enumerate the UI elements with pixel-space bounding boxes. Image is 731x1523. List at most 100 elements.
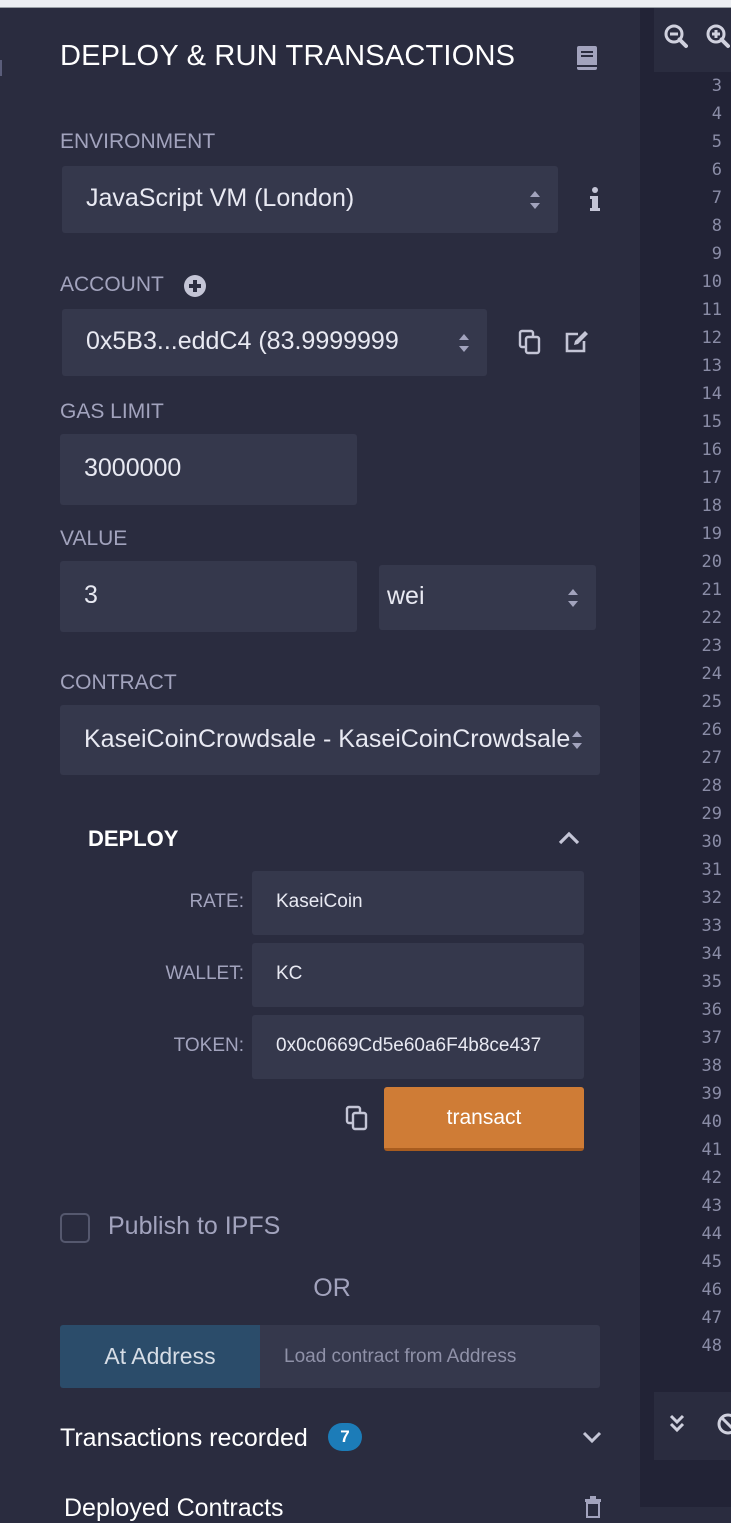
line-number: 38 — [701, 1056, 722, 1076]
param-wallet-input[interactable]: KC — [252, 943, 584, 1007]
documentation-book-icon[interactable] — [574, 44, 600, 72]
select-arrows-icon — [459, 334, 469, 352]
trash-icon[interactable] — [583, 1496, 603, 1518]
code-editor: 3 4 5 6 7 8 9 10 11 12 13 14 15 16 17 18 19 20 21 22 23 24 25 2… — [654, 8, 731, 1507]
line-number: 29 — [701, 804, 722, 824]
environment-value: JavaScript VM (London) — [86, 184, 355, 212]
terminal-toolbar — [654, 1392, 731, 1460]
line-number: 34 — [701, 944, 722, 964]
contract-label: CONTRACT — [60, 671, 177, 694]
line-number: 37 — [701, 1028, 722, 1048]
line-number: 27 — [701, 748, 722, 768]
line-number: 47 — [701, 1308, 722, 1328]
line-number: 43 — [701, 1196, 722, 1216]
line-number: 7 — [711, 188, 722, 208]
line-number: 45 — [701, 1252, 722, 1272]
clear-console-icon[interactable] — [716, 1412, 731, 1436]
param-token-input[interactable]: 0x0c0669Cd5e60a6F4b8ce437 — [252, 1015, 584, 1079]
edge-marker — [0, 60, 2, 76]
at-address-input[interactable]: Load contract from Address — [260, 1325, 600, 1388]
line-number: 13 — [701, 356, 722, 376]
line-number: 15 — [701, 412, 722, 432]
chevron-down-icon[interactable] — [582, 1431, 602, 1444]
line-number: 28 — [701, 776, 722, 796]
line-number: 41 — [701, 1140, 722, 1160]
line-number: 26 — [701, 720, 722, 740]
editor-toolbar — [654, 8, 731, 72]
line-number: 44 — [701, 1224, 722, 1244]
zoom-in-icon[interactable] — [706, 24, 730, 50]
transact-button[interactable]: transact — [384, 1087, 584, 1151]
line-number: 40 — [701, 1112, 722, 1132]
zoom-out-icon[interactable] — [664, 24, 688, 50]
gas-limit-input[interactable]: 3000000 — [60, 434, 357, 505]
line-number: 6 — [711, 160, 722, 180]
chevron-up-icon[interactable] — [558, 831, 580, 845]
value-amount: 3 — [84, 581, 98, 609]
or-separator: OR — [313, 1274, 351, 1302]
line-number: 33 — [701, 916, 722, 936]
environment-select[interactable]: JavaScript VM (London) — [62, 166, 558, 233]
account-value: 0x5B3...eddC4 (83.9999999 — [86, 327, 399, 355]
gas-limit-value: 3000000 — [84, 454, 182, 482]
edit-icon[interactable] — [564, 330, 590, 354]
line-number: 16 — [701, 440, 722, 460]
deployed-contracts-label: Deployed Contracts — [64, 1494, 284, 1522]
line-number: 36 — [701, 1000, 722, 1020]
line-number: 18 — [701, 496, 722, 516]
contract-select[interactable]: KaseiCoinCrowdsale - KaseiCoinCrowdsale — [60, 705, 600, 775]
line-number: 5 — [711, 132, 722, 152]
line-number: 30 — [701, 832, 722, 852]
transactions-recorded-label[interactable]: Transactions recorded — [60, 1424, 308, 1453]
add-account-icon[interactable] — [184, 275, 206, 297]
line-number: 14 — [701, 384, 722, 404]
line-number: 46 — [701, 1280, 722, 1300]
transactions-count-badge: 7 — [328, 1423, 362, 1451]
line-number: 24 — [701, 664, 722, 684]
terminal-area — [654, 1460, 731, 1507]
line-number: 10 — [701, 272, 722, 292]
collapse-terminal-icon[interactable] — [669, 1414, 685, 1434]
value-unit: wei — [387, 582, 425, 610]
line-number: 42 — [701, 1168, 722, 1188]
line-number: 23 — [701, 636, 722, 656]
gas-limit-label: GAS LIMIT — [60, 400, 164, 423]
param-token-label: TOKEN: — [173, 1035, 244, 1056]
value-label: VALUE — [60, 527, 128, 550]
line-number: 9 — [711, 244, 722, 264]
window-top-border — [0, 0, 731, 8]
panel-divider[interactable] — [640, 8, 654, 1507]
line-number: 19 — [701, 524, 722, 544]
line-number: 3 — [711, 76, 722, 96]
select-arrows-icon — [568, 589, 578, 607]
copy-icon[interactable] — [518, 329, 542, 355]
line-number: 11 — [701, 300, 722, 320]
line-number: 4 — [711, 104, 722, 124]
panel-title: DEPLOY & RUN TRANSACTIONS — [60, 40, 516, 72]
value-unit-select[interactable]: wei — [379, 565, 596, 630]
select-arrows-icon — [570, 727, 584, 753]
copy-calldata-icon[interactable] — [345, 1105, 369, 1131]
line-number: 32 — [701, 888, 722, 908]
param-wallet-label: WALLET: — [165, 963, 245, 984]
line-number: 35 — [701, 972, 722, 992]
account-label: ACCOUNT — [60, 273, 164, 296]
line-number: 17 — [701, 468, 722, 488]
param-rate-value: KaseiCoin — [276, 891, 363, 912]
param-rate-input[interactable]: KaseiCoin — [252, 871, 584, 935]
at-address-button[interactable]: At Address — [60, 1325, 260, 1388]
param-rate-label: RATE: — [189, 891, 244, 912]
line-number: 48 — [701, 1336, 722, 1352]
line-number: 8 — [711, 216, 722, 236]
value-input[interactable]: 3 — [60, 561, 357, 632]
line-number: 39 — [701, 1084, 722, 1104]
param-wallet-value: KC — [276, 963, 303, 984]
line-number-gutter: 3 4 5 6 7 8 9 10 11 12 13 14 15 16 17 18 19 20 21 22 23 24 25 2… — [654, 72, 731, 1352]
publish-ipfs-checkbox[interactable] — [60, 1213, 90, 1243]
account-select[interactable]: 0x5B3...eddC4 (83.9999999 — [62, 309, 487, 376]
line-number: 12 — [701, 328, 722, 348]
select-arrows-icon — [530, 191, 540, 209]
param-token-value: 0x0c0669Cd5e60a6F4b8ce437 — [276, 1035, 542, 1056]
info-icon[interactable] — [588, 186, 602, 214]
line-number: 22 — [701, 608, 722, 628]
